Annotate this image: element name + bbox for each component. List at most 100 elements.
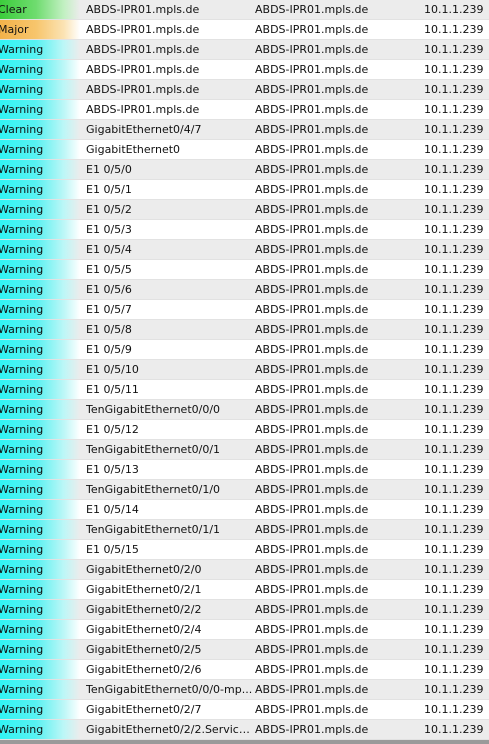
severity-cell: Warning [0, 100, 80, 119]
object-cell: GigabitEthernet0/2/2 [86, 603, 202, 616]
table-row[interactable]: Warning GigabitEthernet0/2/7 ABDS-IPR01.mp… [0, 700, 489, 720]
table-row[interactable]: Warning E1 0/5/14 ABDS-IPR01.mpls.de 10.1.1… [0, 500, 489, 520]
device-cell: ABDS-IPR01.mpls.de [255, 663, 369, 676]
object-cell: TenGigabitEthernet0/0/0 [86, 403, 221, 416]
object-cell: E1 0/5/0 [86, 163, 132, 176]
severity-cell: Warning [0, 420, 80, 439]
table-row[interactable]: Warning E1 0/5/2 ABDS-IPR01.mpls.de 10.1.1.… [0, 200, 489, 220]
severity-cell: Warning [0, 660, 80, 679]
severity-cell: Warning [0, 500, 80, 519]
device-cell: ABDS-IPR01.mpls.de [255, 263, 369, 276]
object-cell: E1 0/5/14 [86, 503, 139, 516]
table-row[interactable]: Warning ABDS-IPR01.mpls.de ABDS-IPR01.mpls… [0, 80, 489, 100]
device-cell: ABDS-IPR01.mpls.de [255, 203, 369, 216]
table-row[interactable]: Warning E1 0/5/3 ABDS-IPR01.mpls.de 10.1.1.… [0, 220, 489, 240]
device-cell: ABDS-IPR01.mpls.de [255, 643, 369, 656]
severity-cell: Warning [0, 640, 80, 659]
table-row[interactable]: Warning GigabitEthernet0/2/5 ABDS-IPR01.mp… [0, 640, 489, 660]
table-row[interactable]: Warning TenGigabitEthernet0/0/0 ABDS-IPR01… [0, 400, 489, 420]
table-row[interactable]: Clear ABDS-IPR01.mpls.de ABDS-IPR01.mpls.d… [0, 0, 489, 20]
ip-address-cell: 10.1.1.239 [424, 603, 484, 616]
table-row[interactable]: Warning ABDS-IPR01.mpls.de ABDS-IPR01.mpls… [0, 100, 489, 120]
object-cell: GigabitEthernet0/2/1 [86, 583, 202, 596]
device-cell: ABDS-IPR01.mpls.de [255, 443, 369, 456]
table-row[interactable]: Warning GigabitEthernet0/2/1 ABDS-IPR01.mp… [0, 580, 489, 600]
table-row[interactable]: Major ABDS-IPR01.mpls.de ABDS-IPR01.mpls.d… [0, 20, 489, 40]
table-row[interactable]: Warning E1 0/5/9 ABDS-IPR01.mpls.de 10.1.1.… [0, 340, 489, 360]
ip-address-cell: 10.1.1.239 [424, 443, 484, 456]
table-row[interactable]: Warning E1 0/5/6 ABDS-IPR01.mpls.de 10.1.1.… [0, 280, 489, 300]
severity-cell: Warning [0, 440, 80, 459]
ip-address-cell: 10.1.1.239 [424, 583, 484, 596]
ip-address-cell: 10.1.1.239 [424, 43, 484, 56]
ip-address-cell: 10.1.1.239 [424, 263, 484, 276]
table-row[interactable]: Warning TenGigabitEthernet0/0/1 ABDS-IPR01… [0, 440, 489, 460]
object-cell: TenGigabitEthernet0/0/0-mp... [86, 683, 253, 696]
object-cell: E1 0/5/11 [86, 383, 139, 396]
table-row[interactable]: Warning TenGigabitEthernet0/1/0 ABDS-IPR01… [0, 480, 489, 500]
table-row[interactable]: Warning E1 0/5/8 ABDS-IPR01.mpls.de 10.1.1.… [0, 320, 489, 340]
table-row[interactable]: Warning GigabitEthernet0/2/6 ABDS-IPR01.mp… [0, 660, 489, 680]
severity-cell: Warning [0, 680, 80, 699]
ip-address-cell: 10.1.1.239 [424, 143, 484, 156]
table-row[interactable]: Warning GigabitEthernet0/2/4 ABDS-IPR01.mp… [0, 620, 489, 640]
object-cell: E1 0/5/5 [86, 263, 132, 276]
table-row[interactable]: Warning E1 0/5/1 ABDS-IPR01.mpls.de 10.1.1.… [0, 180, 489, 200]
device-cell: ABDS-IPR01.mpls.de [255, 223, 369, 236]
ip-address-cell: 10.1.1.239 [424, 483, 484, 496]
device-cell: ABDS-IPR01.mpls.de [255, 143, 369, 156]
ip-address-cell: 10.1.1.239 [424, 83, 484, 96]
device-cell: ABDS-IPR01.mpls.de [255, 343, 369, 356]
device-cell: ABDS-IPR01.mpls.de [255, 83, 369, 96]
table-row[interactable]: Warning E1 0/5/11 ABDS-IPR01.mpls.de 10.1.1… [0, 380, 489, 400]
severity-cell: Warning [0, 700, 80, 719]
ip-address-cell: 10.1.1.239 [424, 123, 484, 136]
severity-cell: Warning [0, 320, 80, 339]
ip-address-cell: 10.1.1.239 [424, 623, 484, 636]
severity-cell: Warning [0, 360, 80, 379]
object-cell: GigabitEthernet0/2/6 [86, 663, 202, 676]
object-cell: E1 0/5/8 [86, 323, 132, 336]
object-cell: E1 0/5/7 [86, 303, 132, 316]
table-row[interactable]: Warning E1 0/5/0 ABDS-IPR01.mpls.de 10.1.1.… [0, 160, 489, 180]
device-cell: ABDS-IPR01.mpls.de [255, 123, 369, 136]
table-row[interactable]: Warning GigabitEthernet0/2/2.Service... AB… [0, 720, 489, 740]
table-row[interactable]: Warning ABDS-IPR01.mpls.de ABDS-IPR01.mpls… [0, 60, 489, 80]
table-row[interactable]: Warning E1 0/5/12 ABDS-IPR01.mpls.de 10.1.1… [0, 420, 489, 440]
object-cell: GigabitEthernet0/4/7 [86, 123, 202, 136]
object-cell: E1 0/5/9 [86, 343, 132, 356]
severity-cell: Warning [0, 620, 80, 639]
table-row[interactable]: Warning E1 0/5/15 ABDS-IPR01.mpls.de 10.1.1… [0, 540, 489, 560]
object-cell: E1 0/5/13 [86, 463, 139, 476]
severity-cell: Warning [0, 460, 80, 479]
ip-address-cell: 10.1.1.239 [424, 3, 484, 16]
device-cell: ABDS-IPR01.mpls.de [255, 483, 369, 496]
object-cell: TenGigabitEthernet0/0/1 [86, 443, 221, 456]
severity-cell: Warning [0, 540, 80, 559]
device-cell: ABDS-IPR01.mpls.de [255, 163, 369, 176]
device-cell: ABDS-IPR01.mpls.de [255, 283, 369, 296]
table-row[interactable]: Warning E1 0/5/4 ABDS-IPR01.mpls.de 10.1.1.… [0, 240, 489, 260]
table-row[interactable]: Warning ABDS-IPR01.mpls.de ABDS-IPR01.mpls… [0, 40, 489, 60]
severity-cell: Warning [0, 520, 80, 539]
severity-cell: Major [0, 20, 80, 39]
device-cell: ABDS-IPR01.mpls.de [255, 43, 369, 56]
severity-cell: Warning [0, 340, 80, 359]
ip-address-cell: 10.1.1.239 [424, 563, 484, 576]
table-row[interactable]: Warning TenGigabitEthernet0/1/1 ABDS-IPR01… [0, 520, 489, 540]
table-row[interactable]: Warning E1 0/5/13 ABDS-IPR01.mpls.de 10.1.1… [0, 460, 489, 480]
table-row[interactable]: Warning E1 0/5/7 ABDS-IPR01.mpls.de 10.1.1.… [0, 300, 489, 320]
table-row[interactable]: Warning GigabitEthernet0/4/7 ABDS-IPR01.mp… [0, 120, 489, 140]
table-row[interactable]: Warning E1 0/5/10 ABDS-IPR01.mpls.de 10.1.1… [0, 360, 489, 380]
object-cell: E1 0/5/2 [86, 203, 132, 216]
device-cell: ABDS-IPR01.mpls.de [255, 563, 369, 576]
severity-cell: Warning [0, 160, 80, 179]
table-row[interactable]: Warning GigabitEthernet0/2/2 ABDS-IPR01.mp… [0, 600, 489, 620]
ip-address-cell: 10.1.1.239 [424, 203, 484, 216]
table-row[interactable]: Warning GigabitEthernet0 ABDS-IPR01.mpls.d… [0, 140, 489, 160]
table-row[interactable]: Warning TenGigabitEthernet0/0/0-mp... ABDS… [0, 680, 489, 700]
table-row[interactable]: Warning E1 0/5/5 ABDS-IPR01.mpls.de 10.1.1.… [0, 260, 489, 280]
table-row[interactable]: Warning GigabitEthernet0/2/0 ABDS-IPR01.mp… [0, 560, 489, 580]
object-cell: ABDS-IPR01.mpls.de [86, 23, 200, 36]
ip-address-cell: 10.1.1.239 [424, 23, 484, 36]
